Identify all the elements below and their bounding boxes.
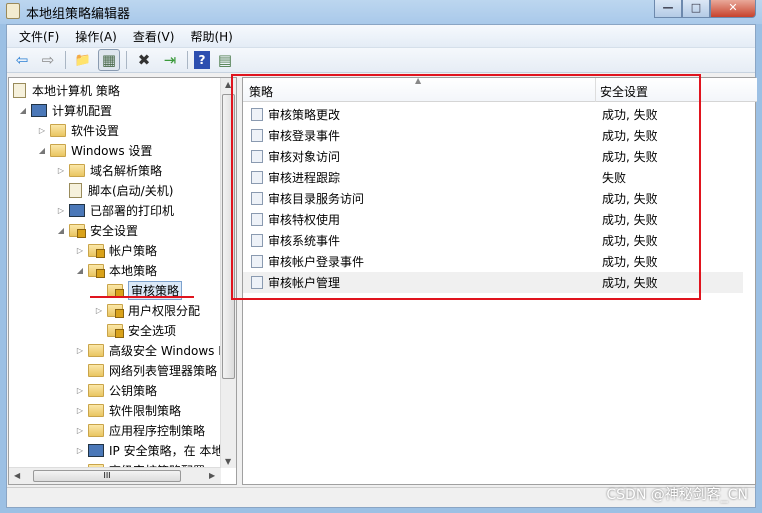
tree-item[interactable]: ▷ 软件设置 xyxy=(37,120,119,140)
tree-item[interactable]: ▷ 应用程序控制策略 xyxy=(75,420,205,440)
expand-arrow-icon[interactable]: ▷ xyxy=(75,406,85,415)
tree-item[interactable]: 安全选项 xyxy=(94,320,176,340)
tree-item[interactable]: ◢ Windows 设置 xyxy=(37,140,152,160)
pc-icon xyxy=(69,203,85,217)
window-title: 本地组策略编辑器 xyxy=(26,7,131,22)
tree-item[interactable]: ◢ 安全设置 xyxy=(56,220,138,240)
tree-item-label: 软件设置 xyxy=(71,123,120,138)
highlight-box xyxy=(231,74,701,300)
tree-item[interactable]: ▷ 公钥策略 xyxy=(75,380,157,400)
folder-lock-icon xyxy=(107,303,124,318)
tree-item-label: 应用程序控制策略 xyxy=(109,423,206,438)
tree-item[interactable]: ◢ 计算机配置 xyxy=(18,100,112,120)
tree-item-label: 安全设置 xyxy=(90,223,139,238)
tree-item[interactable]: 网络列表管理器策略 xyxy=(75,360,217,380)
tree-item[interactable]: ▷ 软件限制策略 xyxy=(75,400,181,420)
folder-icon xyxy=(88,423,104,437)
watermark: CSDN @神秘剑客_CN xyxy=(606,487,748,503)
pc-icon xyxy=(31,103,47,117)
app-icon xyxy=(6,3,20,19)
toolbar-divider xyxy=(187,51,188,69)
expand-arrow-icon[interactable]: ▷ xyxy=(56,206,66,215)
folder-icon xyxy=(88,343,104,357)
minimize-button[interactable]: — xyxy=(654,0,682,18)
toolbar-divider xyxy=(65,51,66,69)
expand-arrow-icon[interactable]: ▷ xyxy=(75,246,85,255)
expand-arrow-icon[interactable]: ▷ xyxy=(37,126,47,135)
doc-icon xyxy=(69,182,82,198)
expand-arrow-icon[interactable]: ▷ xyxy=(56,166,66,175)
folder-icon xyxy=(88,383,104,397)
tree-item[interactable]: ▷ IP 安全策略，在 本地 xyxy=(75,440,223,460)
tree-item-label: 高级安全 Windows F xyxy=(109,343,226,358)
toolbar-divider xyxy=(126,51,127,69)
toolbar: ⇦ ⇨ 📁 ▦ ✖ ⇥ ? ▤ xyxy=(7,47,755,73)
tree-item-label: 本地计算机 策略 xyxy=(32,83,120,98)
tree-item-label: 公钥策略 xyxy=(109,383,158,398)
tree-item[interactable]: ▷ 已部署的打印机 xyxy=(56,200,174,220)
folder-lock-icon xyxy=(88,263,105,278)
tree-item-label: IP 安全策略，在 本地 xyxy=(109,443,224,458)
tree-item-label: 安全选项 xyxy=(128,323,177,338)
export-list-icon[interactable]: ⇥ xyxy=(159,49,181,71)
tree-item-label: 软件限制策略 xyxy=(109,403,182,418)
menu-help[interactable]: 帮助(H) xyxy=(182,28,240,45)
tree-item[interactable]: ▷ 域名解析策略 xyxy=(56,160,162,180)
expand-arrow-icon[interactable]: ▷ xyxy=(75,446,85,455)
doc-icon xyxy=(13,82,26,98)
maximize-button[interactable]: □ xyxy=(682,0,710,18)
back-arrow-icon[interactable]: ⇦ xyxy=(11,49,33,71)
delete-icon[interactable]: ✖ xyxy=(133,49,155,71)
tree-item[interactable]: ▷ 用户权限分配 xyxy=(94,300,200,320)
menu-view[interactable]: 查看(V) xyxy=(125,28,183,45)
tree-item-label: 脚本(启动/关机) xyxy=(88,183,174,198)
show-hide-tree-icon[interactable]: ▦ xyxy=(98,49,120,71)
tree-item-label: 用户权限分配 xyxy=(128,303,201,318)
up-folder-icon[interactable]: 📁 xyxy=(72,49,94,71)
tree-horizontal-scrollbar[interactable]: ◀ III ▶ xyxy=(9,467,221,484)
title-bar: 本地组策略编辑器 — □ ✕ xyxy=(0,0,762,24)
folder-lock-icon xyxy=(69,223,86,238)
tree-item[interactable]: ◢ 本地策略 xyxy=(75,260,157,280)
folder-icon xyxy=(50,143,66,157)
expand-arrow-icon[interactable]: ◢ xyxy=(37,146,47,155)
folder-icon xyxy=(88,363,104,377)
highlight-underline xyxy=(90,296,194,298)
tree-item-label: 网络列表管理器策略 xyxy=(109,363,218,378)
folder-icon xyxy=(88,403,104,417)
tree-pane: 本地计算机 策略 ◢ 计算机配置 ▷ 软件设置 ◢ Windows 设置 ▷ 域名解析策略 脚本(… xyxy=(8,77,237,485)
expand-arrow-icon[interactable]: ▷ xyxy=(94,306,104,315)
tree-item-label: Windows 设置 xyxy=(71,143,153,158)
expand-arrow-icon[interactable]: ◢ xyxy=(75,266,85,275)
menu-bar: 文件(F) 操作(A) 查看(V) 帮助(H) xyxy=(7,25,755,47)
help-icon[interactable]: ? xyxy=(194,51,210,69)
horizontal-scroll-thumb[interactable]: III xyxy=(33,470,181,482)
tree-item[interactable]: ▷ 帐户策略 xyxy=(75,240,157,260)
menu-action[interactable]: 操作(A) xyxy=(67,28,125,45)
tree-item[interactable]: ▷ 高级安全 Windows F xyxy=(75,340,225,360)
close-button[interactable]: ✕ xyxy=(710,0,756,18)
menu-file[interactable]: 文件(F) xyxy=(11,28,67,45)
tree-item-label: 域名解析策略 xyxy=(90,163,163,178)
tree-item[interactable]: 脚本(启动/关机) xyxy=(56,180,173,200)
tree-item[interactable]: 本地计算机 策略 xyxy=(13,80,120,100)
tree-item-label: 计算机配置 xyxy=(52,103,113,118)
tree-item-label: 已部署的打印机 xyxy=(90,203,175,218)
folder-icon xyxy=(69,163,85,177)
expand-arrow-icon[interactable]: ▷ xyxy=(75,426,85,435)
pc-icon xyxy=(88,443,104,457)
expand-arrow-icon[interactable]: ◢ xyxy=(56,226,66,235)
tree-item-label: 本地策略 xyxy=(109,263,158,278)
folder-icon xyxy=(50,123,66,137)
folder-lock-icon xyxy=(107,283,124,298)
properties-icon[interactable]: ▤ xyxy=(214,49,236,71)
folder-lock-icon xyxy=(88,243,105,258)
expand-arrow-icon[interactable]: ▷ xyxy=(75,346,85,355)
folder-lock-icon xyxy=(107,323,124,338)
forward-arrow-icon[interactable]: ⇨ xyxy=(37,49,59,71)
expand-arrow-icon[interactable]: ◢ xyxy=(18,106,28,115)
expand-arrow-icon[interactable]: ▷ xyxy=(75,386,85,395)
tree-item-label: 帐户策略 xyxy=(109,243,158,258)
